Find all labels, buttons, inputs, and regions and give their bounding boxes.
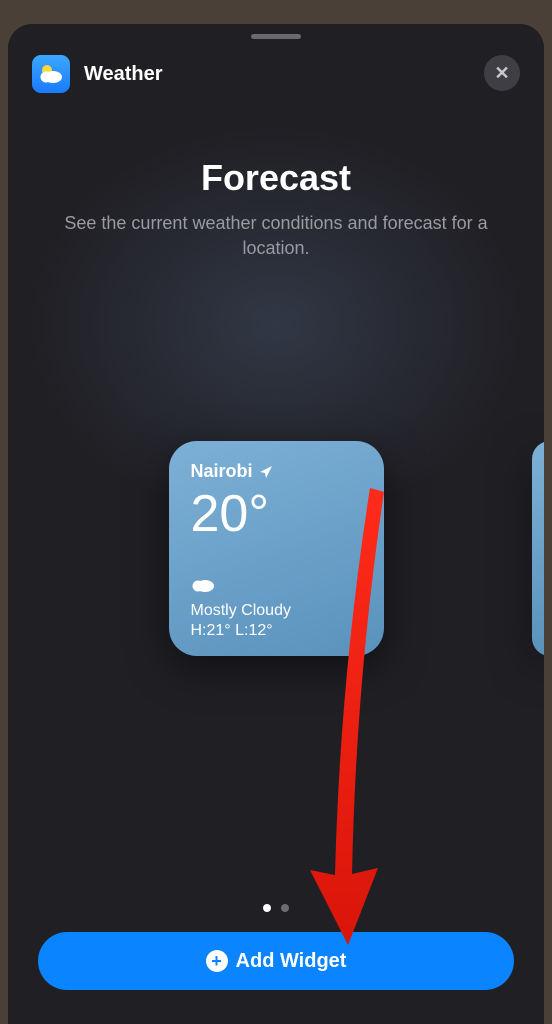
widget-sheet: Weather ✕ Forecast See the current weath…: [8, 24, 544, 1024]
page-title: Forecast: [36, 157, 516, 199]
sun-cloud-icon: [37, 60, 65, 88]
add-widget-label: Add Widget: [236, 950, 347, 973]
location-row: Nairobi: [191, 461, 362, 482]
close-icon: ✕: [494, 63, 509, 84]
weather-widget-card: Nairobi 20° Mostly Cloudy H:21° L:12°: [169, 441, 384, 656]
high-low-label: H:21° L:12°: [191, 622, 362, 640]
condition-row: Mostly Cloudy H:21° L:12°: [191, 572, 362, 640]
location-arrow-icon: [259, 465, 273, 479]
title-section: Forecast See the current weather conditi…: [8, 109, 544, 261]
widget-preview-area[interactable]: Nairobi 20° Mostly Cloudy H:21° L:12°: [8, 441, 544, 656]
next-widget-peek[interactable]: [532, 441, 544, 656]
weather-app-icon: [32, 55, 70, 93]
app-name-label: Weather: [84, 63, 163, 86]
temperature-value: 20°: [191, 484, 362, 544]
cloud-icon: [191, 572, 362, 598]
plus-icon: +: [206, 950, 228, 972]
page-subtitle: See the current weather conditions and f…: [36, 211, 516, 261]
location-label: Nairobi: [191, 461, 253, 482]
add-widget-button[interactable]: + Add Widget: [38, 932, 514, 990]
page-indicator: [263, 904, 289, 912]
page-dot-1[interactable]: [263, 904, 271, 912]
close-button[interactable]: ✕: [484, 55, 520, 91]
condition-label: Mostly Cloudy: [191, 602, 362, 620]
page-dot-2[interactable]: [281, 904, 289, 912]
sheet-header: Weather ✕: [8, 39, 544, 109]
